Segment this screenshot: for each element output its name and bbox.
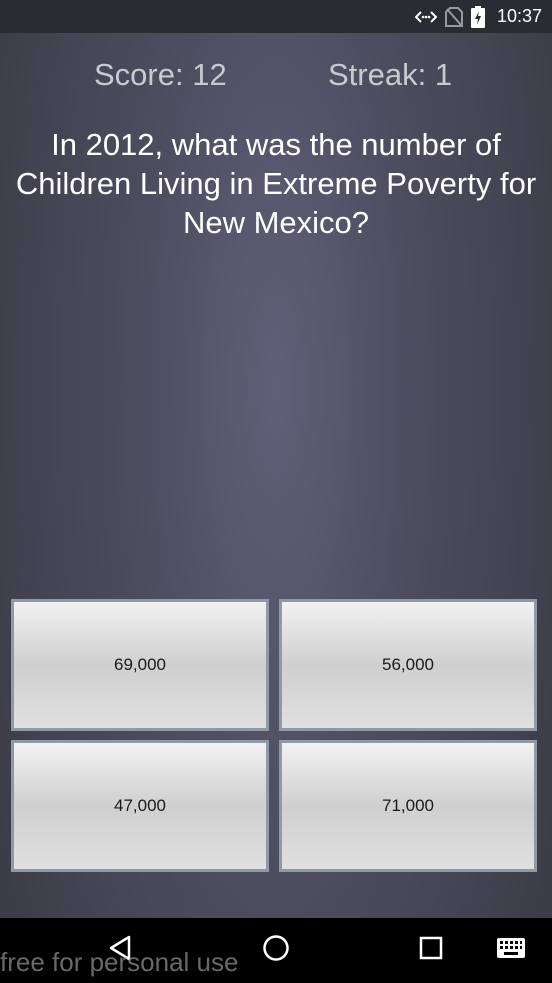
status-bar: 10:37 [0, 0, 552, 33]
back-button[interactable] [100, 932, 140, 968]
home-button[interactable] [256, 932, 296, 968]
home-icon [262, 934, 290, 967]
no-sim-icon [444, 6, 463, 27]
navigation-bar [0, 918, 552, 983]
battery-charging-icon [470, 5, 485, 28]
keyboard-button[interactable] [491, 932, 531, 968]
screen: 10:37 Score: 12 Streak: 1 In 2012, what … [0, 0, 552, 983]
game-screen: Score: 12 Streak: 1 In 2012, what was th… [0, 33, 552, 918]
recents-icon [419, 936, 443, 965]
answer-button-2[interactable]: 56,000 [279, 599, 537, 731]
answer-button-3[interactable]: 47,000 [11, 740, 269, 872]
recents-button[interactable] [411, 932, 451, 968]
answer-button-1[interactable]: 69,000 [11, 599, 269, 731]
score-row: Score: 12 Streak: 1 [0, 57, 552, 101]
score-label: Score: 12 [94, 57, 227, 92]
answer-grid: 69,000 56,000 47,000 71,000 [11, 599, 541, 874]
data-sync-icon [414, 9, 437, 25]
keyboard-icon [497, 937, 525, 963]
status-time: 10:37 [496, 6, 542, 26]
question-text: In 2012, what was the number of Children… [15, 127, 537, 240]
answer-button-4[interactable]: 71,000 [279, 740, 537, 872]
back-icon [108, 935, 132, 966]
status-icons: 10:37 [414, 0, 542, 33]
streak-label: Streak: 1 [328, 57, 453, 92]
